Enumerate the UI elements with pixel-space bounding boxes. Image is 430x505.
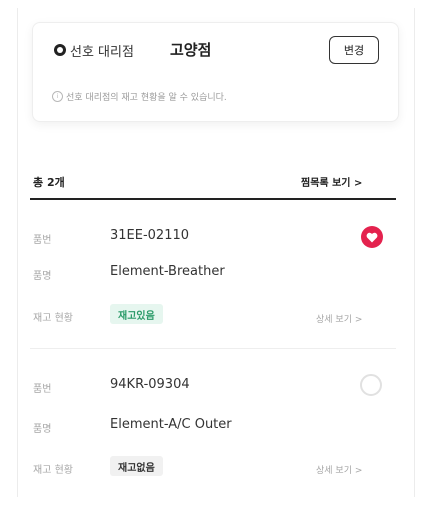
list-divider <box>30 198 396 200</box>
circle-icon[interactable] <box>360 374 382 396</box>
location-icon <box>54 44 66 56</box>
change-dealer-button[interactable]: 변경 <box>329 36 379 64</box>
view-wishlist-link[interactable]: 찜목록 보기 > <box>301 174 362 189</box>
stock-label: 재고 현황 <box>33 313 73 324</box>
item-divider <box>30 348 396 349</box>
part-no-label: 품번 <box>33 384 52 395</box>
part-name-value: Element-Breather <box>110 264 225 279</box>
part-no-value: 94KR-09304 <box>110 377 190 392</box>
info-icon: i <box>52 91 63 102</box>
part-name-label: 품명 <box>33 271 52 282</box>
part-name-label: 품명 <box>33 424 52 435</box>
stock-badge: 재고없음 <box>110 456 163 476</box>
part-no-value: 31EE-02110 <box>110 228 190 243</box>
detail-link[interactable]: 상세 보기 > <box>316 312 362 325</box>
part-no-label: 품번 <box>33 235 52 246</box>
detail-link[interactable]: 상세 보기 > <box>316 463 362 476</box>
total-count: 총 2개 <box>33 176 65 189</box>
preferred-dealer-label: 선호 대리점 <box>70 45 134 60</box>
stock-badge: 재고있음 <box>110 304 163 324</box>
part-name-value: Element-A/C Outer <box>110 417 232 432</box>
stock-label: 재고 현황 <box>33 465 73 476</box>
heart-icon[interactable] <box>361 226 383 248</box>
dealer-info-text: 선호 대리점의 재고 현황을 알 수 있습니다. <box>66 93 227 103</box>
preferred-dealer-name: 고양점 <box>170 41 212 59</box>
